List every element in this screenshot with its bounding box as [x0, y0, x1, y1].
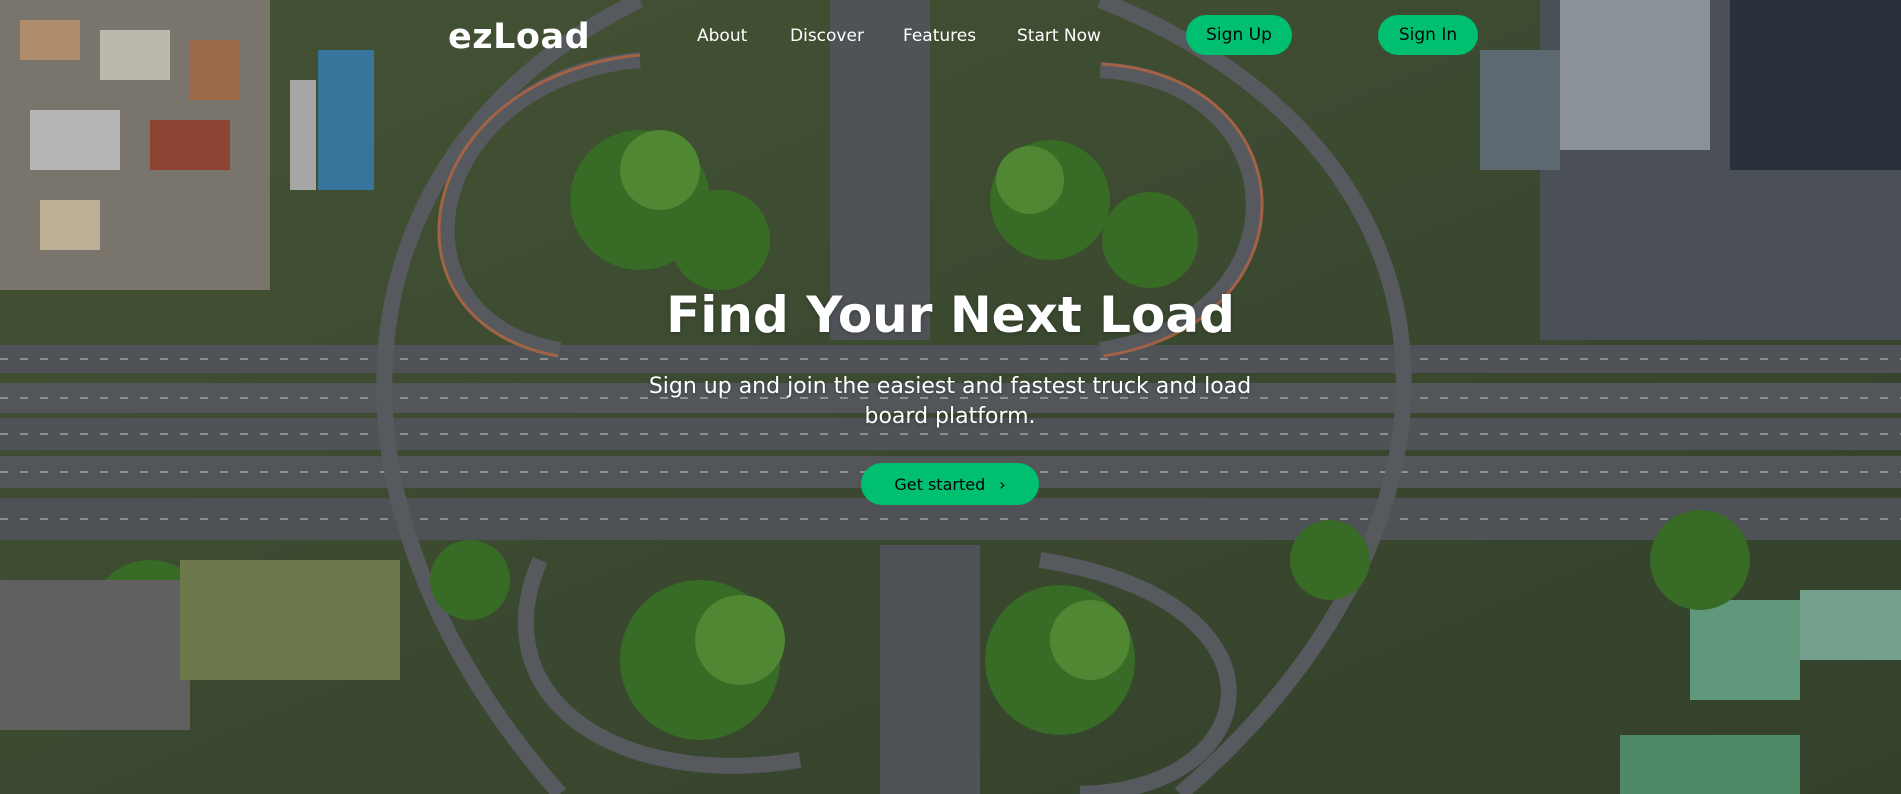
- nav-link-about[interactable]: About: [697, 22, 747, 50]
- logo[interactable]: ezLoad: [448, 14, 590, 60]
- hero-subtitle: Sign up and join the easiest and fastest…: [648, 374, 1252, 429]
- hero-section: ezLoad About Discover Features Start Now…: [0, 0, 1901, 794]
- nav-link-start-now[interactable]: Start Now: [1017, 22, 1101, 50]
- get-started-button[interactable]: Get started ›: [861, 463, 1039, 505]
- sign-up-button[interactable]: Sign Up: [1186, 15, 1292, 55]
- chevron-right-icon: ›: [999, 475, 1006, 494]
- nav-link-discover[interactable]: Discover: [790, 22, 864, 50]
- nav-link-features[interactable]: Features: [903, 22, 976, 50]
- sign-in-button[interactable]: Sign In: [1378, 15, 1478, 55]
- get-started-label: Get started: [894, 475, 986, 494]
- hero-title: Find Your Next Load: [666, 286, 1235, 344]
- navbar: ezLoad About Discover Features Start Now…: [0, 0, 1901, 72]
